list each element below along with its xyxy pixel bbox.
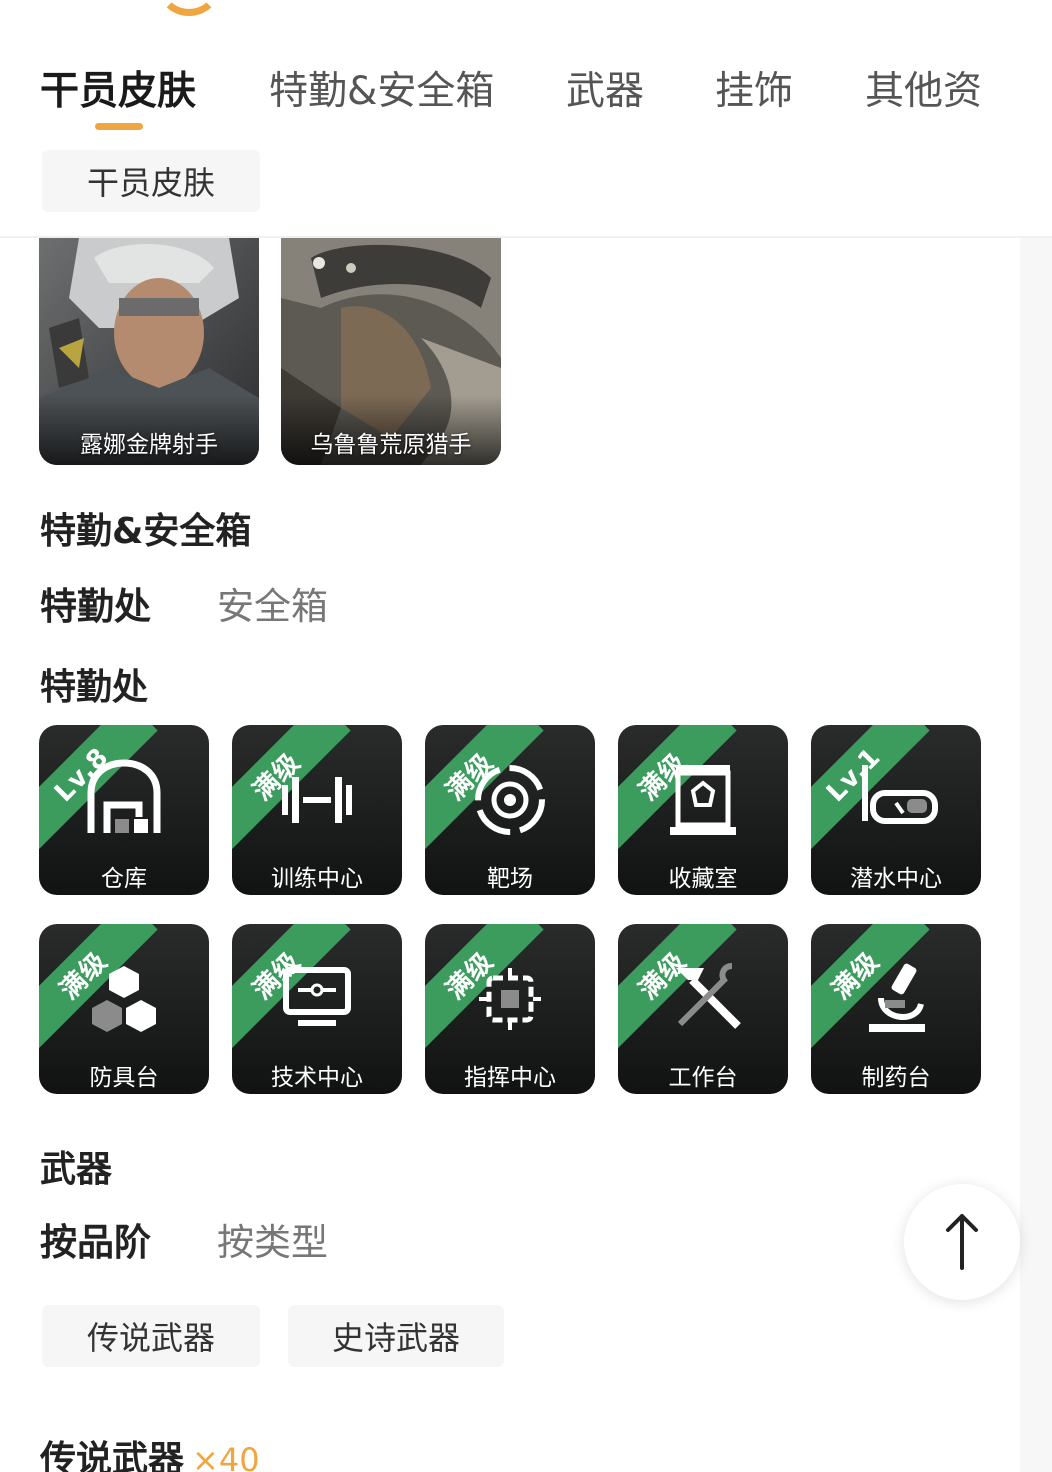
chip-icon [479, 968, 541, 1030]
scrollbar-track[interactable] [1020, 238, 1052, 1472]
facility-tile-training-center[interactable]: 满级 训练中心 [232, 725, 402, 895]
facility-name: 潜水中心 [850, 866, 942, 892]
facility-tile-command-center[interactable]: 满级 指挥中心 [425, 924, 595, 1094]
facility-tile-warehouse[interactable]: Lv.8 仓库 [39, 725, 209, 895]
facility-name: 靶场 [487, 866, 533, 892]
active-tab-indicator [95, 123, 143, 130]
group-count: ×40 [192, 1441, 260, 1472]
subtab-by-type[interactable]: 按类型 [217, 1212, 328, 1266]
diving-mask-icon [862, 765, 938, 824]
group-title-legendary-weapons: 传说武器 ×40 [40, 1430, 260, 1472]
facility-tile-workbench[interactable]: 满级 工作台 [618, 924, 788, 1094]
header: 干员皮肤 特勤&安全箱 武器 挂饰 其他资 干员皮肤 [0, 0, 1052, 238]
back-to-top-button[interactable] [904, 1184, 1020, 1300]
cubes-icon [92, 966, 156, 1032]
facility-name: 指挥中心 [464, 1065, 556, 1091]
facility-tile-tech-center[interactable]: 满级 技术中心 [232, 924, 402, 1094]
skin-name: 露娜金牌射手 [80, 432, 218, 458]
facility-name: 收藏室 [668, 866, 738, 892]
facility-tile-pharmacy-bench[interactable]: 满级 制药台 [811, 924, 981, 1094]
filter-chip-operator-skins[interactable]: 干员皮肤 [42, 150, 260, 212]
group-title-text: 传说武器 [40, 1439, 185, 1472]
tab-charms[interactable]: 挂饰 [715, 60, 793, 116]
filter-chip-epic[interactable]: 史诗武器 [288, 1305, 504, 1367]
tab-weapons[interactable]: 武器 [566, 60, 644, 116]
subtab-special-office[interactable]: 特勤处 [40, 576, 151, 630]
facility-name: 工作台 [668, 1065, 738, 1091]
facility-name: 仓库 [101, 866, 147, 892]
logo-arc [158, 0, 220, 16]
subtab-safebox[interactable]: 安全箱 [217, 576, 328, 630]
skin-card[interactable]: 乌鲁鲁荒原猎手 [281, 238, 501, 465]
microscope-icon [869, 963, 925, 1032]
facility-name: 训练中心 [271, 866, 363, 892]
hammer-wrench-icon [676, 963, 741, 1029]
facility-tile-armor-bench[interactable]: 满级 防具台 [39, 924, 209, 1094]
filter-chip-legendary[interactable]: 传说武器 [42, 1305, 260, 1367]
facility-tile-collection-room[interactable]: 满级 收藏室 [618, 725, 788, 895]
group-title-special-office: 特勤处 [40, 667, 149, 708]
arrow-up-icon [946, 1214, 978, 1270]
skin-name: 乌鲁鲁荒原猎手 [310, 432, 472, 458]
facility-tile-diving-center[interactable]: Lv.1 潜水中心 [811, 725, 981, 895]
monitor-icon [283, 967, 351, 1026]
tab-other-resources[interactable]: 其他资 [865, 60, 982, 116]
tab-operator-skins[interactable]: 干员皮肤 [40, 60, 196, 116]
facility-name: 技术中心 [271, 1065, 363, 1091]
tab-special-safebox[interactable]: 特勤&安全箱 [269, 60, 494, 116]
facility-name: 制药台 [861, 1065, 931, 1091]
target-icon [475, 765, 545, 835]
category-tabs: 干员皮肤 特勤&安全箱 武器 挂饰 其他资 [40, 60, 1052, 120]
section-title-special: 特勤&安全箱 [40, 511, 252, 552]
display-case-icon [670, 765, 736, 835]
section-title-weapons: 武器 [40, 1149, 113, 1190]
facility-tile-shooting-range[interactable]: 满级 靶场 [425, 725, 595, 895]
subtab-by-rarity[interactable]: 按品阶 [40, 1212, 151, 1266]
skin-card[interactable]: 露娜金牌射手 [39, 238, 259, 465]
dumbbell-icon [282, 777, 352, 823]
facility-name: 防具台 [89, 1065, 159, 1091]
warehouse-icon [87, 759, 161, 833]
